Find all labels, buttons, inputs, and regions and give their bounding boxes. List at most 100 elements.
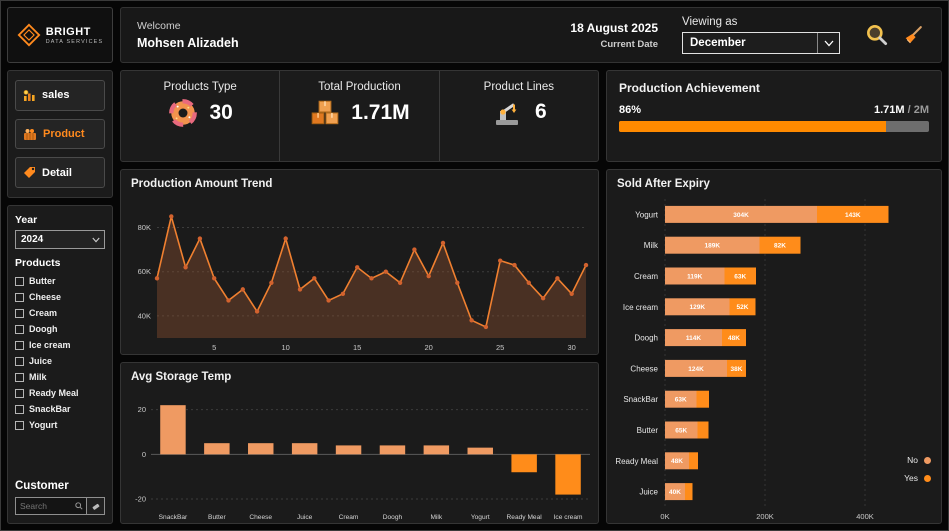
sold-after-expiry-title: Sold After Expiry [607, 170, 941, 193]
clear-filter-icon[interactable] [86, 498, 104, 514]
product-label: SnackBar [29, 404, 71, 414]
product-crate-icon [23, 128, 37, 141]
header-bar: Welcome Mohsen Alizadeh 18 August 2025 C… [120, 7, 942, 63]
kpi-label: Product Lines [484, 81, 554, 93]
checkbox[interactable] [15, 293, 24, 302]
product-label: Yogurt [29, 420, 57, 430]
product-label: Butter [29, 276, 56, 286]
svg-text:Butter: Butter [208, 514, 226, 521]
product-checkbox-row[interactable]: Yogurt [15, 417, 105, 433]
product-checkbox-row[interactable]: Milk [15, 369, 105, 385]
sales-chart-icon [23, 89, 36, 102]
broom-clear-icon[interactable] [902, 24, 925, 47]
svg-text:119K: 119K [687, 273, 702, 280]
legend-label: Yes [904, 473, 918, 483]
achievement-separator: / [908, 104, 911, 116]
svg-text:-20: -20 [135, 495, 146, 504]
svg-text:Ready Meal: Ready Meal [615, 457, 658, 466]
storage-temp-chart-title: Avg Storage Temp [121, 363, 598, 386]
trend-chart: 40K60K80K51015202530 [121, 193, 598, 354]
sidebar-item-label: sales [42, 89, 70, 101]
svg-text:15: 15 [353, 343, 361, 352]
kpi-panel: Products Type 30 [120, 70, 599, 162]
checkbox[interactable] [15, 325, 24, 334]
checkbox[interactable] [15, 389, 24, 398]
customer-search-box [15, 497, 105, 515]
robot-arm-icon [491, 97, 525, 127]
checkbox[interactable] [15, 357, 24, 366]
logo-diamond-icon [17, 23, 41, 47]
product-label: Cream [29, 308, 57, 318]
year-label: Year [15, 214, 105, 226]
svg-text:400K: 400K [856, 512, 874, 521]
checkbox[interactable] [15, 373, 24, 382]
header-icons [864, 22, 925, 48]
product-checkbox-row[interactable]: Ready Meal [15, 385, 105, 401]
legend-item-yes[interactable]: Yes [904, 473, 931, 483]
legend-item-no[interactable]: No [907, 455, 931, 465]
svg-text:52K: 52K [737, 304, 749, 311]
svg-text:Ice cream: Ice cream [554, 514, 583, 521]
current-date-value: 18 August 2025 [570, 21, 658, 35]
svg-text:82K: 82K [774, 243, 786, 250]
product-checkbox-row[interactable]: Juice [15, 353, 105, 369]
product-checkbox-row[interactable]: Ice cream [15, 337, 105, 353]
svg-text:Cheese: Cheese [249, 514, 272, 521]
achievement-title: Production Achievement [619, 81, 929, 95]
nav-panel: sales Product [7, 70, 113, 198]
viewing-as-block: Viewing as December [682, 16, 840, 54]
kpi-total-production: Total Production 1.71M [280, 71, 439, 161]
svg-text:124K: 124K [688, 366, 704, 373]
sidebar: sales Product [7, 70, 113, 524]
kpi-value: 6 [535, 100, 547, 124]
svg-text:30: 30 [568, 343, 576, 352]
trend-chart-panel: Production Amount Trend 40K60K80K5101520… [120, 169, 599, 355]
achievement-progress-track [619, 121, 929, 132]
svg-text:SnackBar: SnackBar [623, 395, 658, 404]
year-value: 2024 [21, 234, 88, 245]
kpi-product-lines: Product Lines 6 [440, 71, 598, 161]
svg-text:40K: 40K [138, 311, 151, 320]
sidebar-item-product[interactable]: Product [15, 119, 105, 150]
year-select[interactable]: 2024 [15, 230, 105, 249]
product-label: Juice [29, 356, 52, 366]
boxes-icon [309, 97, 341, 129]
svg-text:Ice cream: Ice cream [623, 303, 658, 312]
welcome-block: Welcome Mohsen Alizadeh [137, 20, 239, 50]
search-input[interactable] [16, 501, 75, 511]
product-checkbox-row[interactable]: Doogh [15, 321, 105, 337]
svg-text:114K: 114K [686, 335, 701, 342]
sold-after-expiry-panel: Sold After Expiry 0K200K400KYogurt304K14… [606, 169, 942, 524]
current-date-label: Current Date [570, 39, 658, 50]
viewing-as-select[interactable]: December [682, 32, 840, 54]
svg-text:200K: 200K [756, 512, 774, 521]
svg-text:60K: 60K [138, 267, 151, 276]
user-name: Mohsen Alizadeh [137, 36, 239, 50]
achievement-percent: 86% [619, 104, 641, 116]
product-checkbox-row[interactable]: Butter [15, 273, 105, 289]
checkbox[interactable] [15, 277, 24, 286]
checkbox[interactable] [15, 309, 24, 318]
product-checkbox-row[interactable]: Cheese [15, 289, 105, 305]
search-icon[interactable] [864, 22, 890, 48]
sidebar-item-sales[interactable]: sales [15, 80, 105, 111]
svg-text:189K: 189K [704, 243, 720, 250]
viewing-as-value: December [690, 37, 817, 49]
checkbox[interactable] [15, 405, 24, 414]
kpi-value: 30 [209, 101, 232, 125]
chevron-down-icon [88, 231, 104, 248]
checkbox[interactable] [15, 421, 24, 430]
checkbox[interactable] [15, 341, 24, 350]
svg-text:Cheese: Cheese [630, 364, 658, 373]
svg-text:143K: 143K [845, 212, 861, 219]
search-icon [75, 502, 83, 510]
svg-text:Ready Meal: Ready Meal [507, 514, 543, 521]
product-checkbox-row[interactable]: Cream [15, 305, 105, 321]
svg-text:48K: 48K [728, 335, 740, 342]
svg-text:25: 25 [496, 343, 504, 352]
achievement-max: 2M [914, 104, 929, 116]
sidebar-item-detail[interactable]: Detail [15, 157, 105, 188]
product-checkbox-row[interactable]: SnackBar [15, 401, 105, 417]
svg-text:20: 20 [425, 343, 433, 352]
svg-text:Juice: Juice [297, 514, 313, 521]
